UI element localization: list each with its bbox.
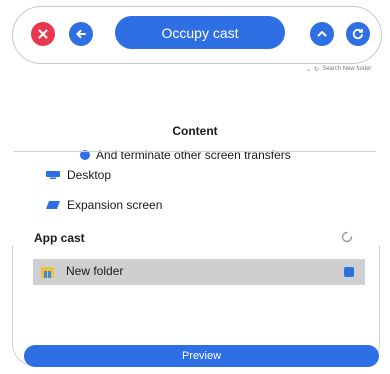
close-icon <box>38 29 48 39</box>
back-arrow-icon <box>76 29 86 39</box>
preview-button[interactable]: Preview <box>24 345 379 367</box>
chevron-up-icon <box>317 31 327 37</box>
refresh-button[interactable] <box>346 22 370 46</box>
screen-item-label: Desktop <box>67 168 112 182</box>
dropdown-chevron-icon[interactable]: ⌄ <box>306 66 311 73</box>
app-cast-heading: App cast <box>34 231 85 245</box>
screen-item-desktop[interactable]: Desktop <box>46 167 111 183</box>
refresh-icon <box>352 28 363 40</box>
occupy-cast-button[interactable]: Occupy cast <box>115 16 285 49</box>
preview-label: Preview <box>181 350 222 362</box>
screen-item-expansion[interactable]: Expansion screen <box>46 197 162 213</box>
terminate-option[interactable]: And terminate other screen transfers <box>80 147 291 163</box>
content-heading: Content <box>172 124 218 138</box>
explorer-search-input[interactable]: Search New folder <box>322 66 371 72</box>
screen-item-label: Expansion screen <box>67 198 163 212</box>
extended-display-icon <box>46 201 60 209</box>
refresh-small-icon[interactable]: ↻ <box>314 66 319 73</box>
section-divider <box>14 151 376 152</box>
occupy-cast-label: Occupy cast <box>161 24 239 41</box>
collapse-button[interactable] <box>310 22 334 46</box>
explorer-search-strip: ⌄ ↻ Search New folder <box>306 63 390 75</box>
loading-spinner-icon <box>341 231 353 243</box>
monitor-icon <box>46 171 60 179</box>
back-button[interactable] <box>69 22 93 46</box>
close-button[interactable] <box>31 22 55 46</box>
